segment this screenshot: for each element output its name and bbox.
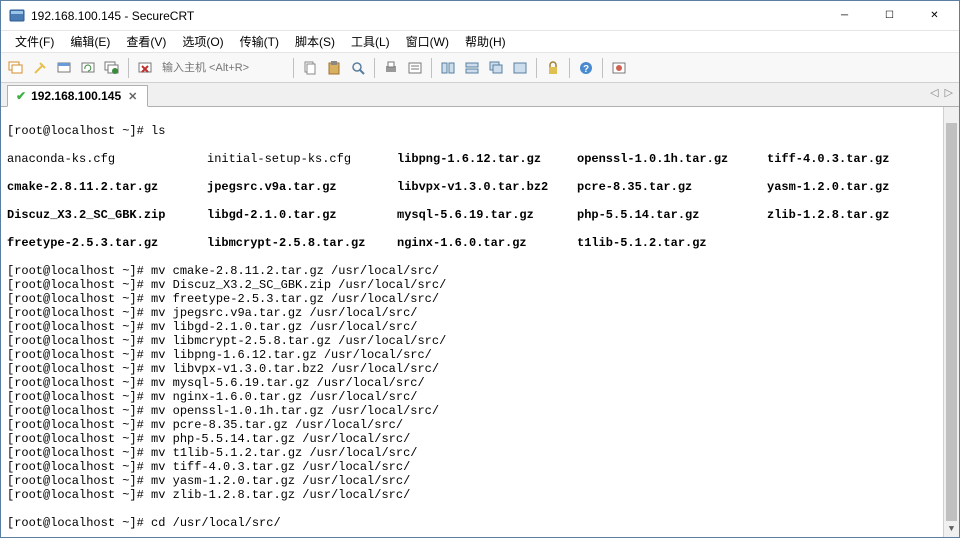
scroll-down-icon[interactable]: ▼ bbox=[944, 521, 959, 537]
tb-connect-icon[interactable] bbox=[53, 57, 75, 79]
toolbar-separator bbox=[602, 58, 603, 78]
tab-prev-icon[interactable]: ◁ bbox=[930, 86, 938, 99]
tb-quick-connect-icon[interactable] bbox=[29, 57, 51, 79]
tb-options-icon[interactable] bbox=[608, 57, 630, 79]
toolbar-separator bbox=[128, 58, 129, 78]
terminal-line: [root@localhost ~]# mv yasm-1.2.0.tar.gz… bbox=[7, 474, 953, 488]
terminal-line: Discuz_X3.2_SC_GBK.ziplibgd-2.1.0.tar.gz… bbox=[7, 208, 953, 222]
toolbar-separator bbox=[293, 58, 294, 78]
menu-tools[interactable]: 工具(L) bbox=[343, 31, 398, 52]
minimize-button[interactable]: ─ bbox=[822, 2, 867, 30]
toolbar-separator bbox=[374, 58, 375, 78]
tb-tile-v-icon[interactable] bbox=[437, 57, 459, 79]
scrollbar[interactable]: ▲ ▼ bbox=[943, 107, 959, 537]
app-icon bbox=[9, 8, 25, 24]
tb-help-icon[interactable]: ? bbox=[575, 57, 597, 79]
terminal-line: [root@localhost ~]# mv mysql-5.6.19.tar.… bbox=[7, 376, 953, 390]
window-title: 192.168.100.145 - SecureCRT bbox=[31, 9, 822, 23]
tb-print-icon[interactable] bbox=[380, 57, 402, 79]
tb-copy-icon[interactable] bbox=[299, 57, 321, 79]
terminal-line: [root@localhost ~]# mv pcre-8.35.tar.gz … bbox=[7, 418, 953, 432]
menu-window[interactable]: 窗口(W) bbox=[398, 31, 457, 52]
tb-paste-icon[interactable] bbox=[323, 57, 345, 79]
scroll-track[interactable] bbox=[944, 123, 959, 521]
tb-lock-icon[interactable] bbox=[542, 57, 564, 79]
menu-edit[interactable]: 编辑(E) bbox=[62, 31, 118, 52]
tab-bar: ✔ 192.168.100.145 ✕ ◁ ▷ bbox=[1, 83, 959, 107]
toolbar-separator bbox=[431, 58, 432, 78]
session-tab[interactable]: ✔ 192.168.100.145 ✕ bbox=[7, 85, 148, 107]
tb-tile-h-icon[interactable] bbox=[461, 57, 483, 79]
tb-reconnect-icon[interactable] bbox=[77, 57, 99, 79]
tb-properties-icon[interactable] bbox=[404, 57, 426, 79]
terminal-line: [root@localhost ~]# mv tiff-4.0.3.tar.gz… bbox=[7, 460, 953, 474]
menu-file[interactable]: 文件(F) bbox=[7, 31, 62, 52]
menu-script[interactable]: 脚本(S) bbox=[287, 31, 343, 52]
tb-reconnect-all-icon[interactable] bbox=[101, 57, 123, 79]
window-controls: ─ ☐ ✕ bbox=[822, 2, 957, 30]
terminal-line: [root@localhost ~]# mv freetype-2.5.3.ta… bbox=[7, 292, 953, 306]
maximize-button[interactable]: ☐ bbox=[867, 2, 912, 30]
terminal-line: [root@localhost ~]# mv t1lib-5.1.2.tar.g… bbox=[7, 446, 953, 460]
menubar: 文件(F) 编辑(E) 查看(V) 选项(O) 传输(T) 脚本(S) 工具(L… bbox=[1, 31, 959, 53]
tab-next-icon[interactable]: ▷ bbox=[945, 86, 953, 99]
scroll-thumb[interactable] bbox=[946, 123, 957, 521]
terminal[interactable]: [root@localhost ~]# ls anaconda-ks.cfgin… bbox=[1, 107, 959, 537]
terminal-line: [root@localhost ~]# mv jpegsrc.v9a.tar.g… bbox=[7, 306, 953, 320]
terminal-line: [root@localhost ~]# mv Discuz_X3.2_SC_GB… bbox=[7, 278, 953, 292]
terminal-line: freetype-2.5.3.tar.gzlibmcrypt-2.5.8.tar… bbox=[7, 236, 953, 250]
host-input[interactable] bbox=[158, 60, 288, 76]
menu-help[interactable]: 帮助(H) bbox=[457, 31, 514, 52]
svg-text:?: ? bbox=[583, 64, 589, 75]
close-button[interactable]: ✕ bbox=[912, 2, 957, 30]
terminal-line: [root@localhost ~]# mv libmcrypt-2.5.8.t… bbox=[7, 334, 953, 348]
tab-nav: ◁ ▷ bbox=[930, 86, 953, 99]
terminal-line: [root@localhost ~]# mv libvpx-v1.3.0.tar… bbox=[7, 362, 953, 376]
terminal-line: [root@localhost ~]# ls bbox=[7, 124, 953, 138]
tab-close-icon[interactable]: ✕ bbox=[126, 90, 139, 103]
toolbar: ? bbox=[1, 53, 959, 83]
tb-single-icon[interactable] bbox=[509, 57, 531, 79]
tab-label: 192.168.100.145 bbox=[31, 89, 121, 103]
toolbar-separator bbox=[536, 58, 537, 78]
tb-session-manager-icon[interactable] bbox=[5, 57, 27, 79]
terminal-line: [root@localhost ~]# mv cmake-2.8.11.2.ta… bbox=[7, 264, 953, 278]
menu-options[interactable]: 选项(O) bbox=[174, 31, 231, 52]
window-titlebar: 192.168.100.145 - SecureCRT ─ ☐ ✕ bbox=[1, 1, 959, 31]
menu-transfer[interactable]: 传输(T) bbox=[232, 31, 287, 52]
terminal-line: anaconda-ks.cfginitial-setup-ks.cfglibpn… bbox=[7, 152, 953, 166]
terminal-line: [root@localhost ~]# mv libgd-2.1.0.tar.g… bbox=[7, 320, 953, 334]
terminal-line: [root@localhost ~]# mv nginx-1.6.0.tar.g… bbox=[7, 390, 953, 404]
tb-disconnect-icon[interactable] bbox=[134, 57, 156, 79]
terminal-line: [root@localhost ~]# cd /usr/local/src/ bbox=[7, 516, 953, 530]
connected-icon: ✔ bbox=[16, 89, 26, 103]
terminal-line: [root@localhost ~]# mv zlib-1.2.8.tar.gz… bbox=[7, 488, 953, 502]
terminal-line: cmake-2.8.11.2.tar.gzjpegsrc.v9a.tar.gzl… bbox=[7, 180, 953, 194]
toolbar-separator bbox=[569, 58, 570, 78]
tb-cascade-icon[interactable] bbox=[485, 57, 507, 79]
terminal-line: [root@localhost ~]# mv libpng-1.6.12.tar… bbox=[7, 348, 953, 362]
tb-find-icon[interactable] bbox=[347, 57, 369, 79]
terminal-line: [root@localhost ~]# mv php-5.5.14.tar.gz… bbox=[7, 432, 953, 446]
terminal-line: [root@localhost ~]# mv openssl-1.0.1h.ta… bbox=[7, 404, 953, 418]
menu-view[interactable]: 查看(V) bbox=[118, 31, 174, 52]
